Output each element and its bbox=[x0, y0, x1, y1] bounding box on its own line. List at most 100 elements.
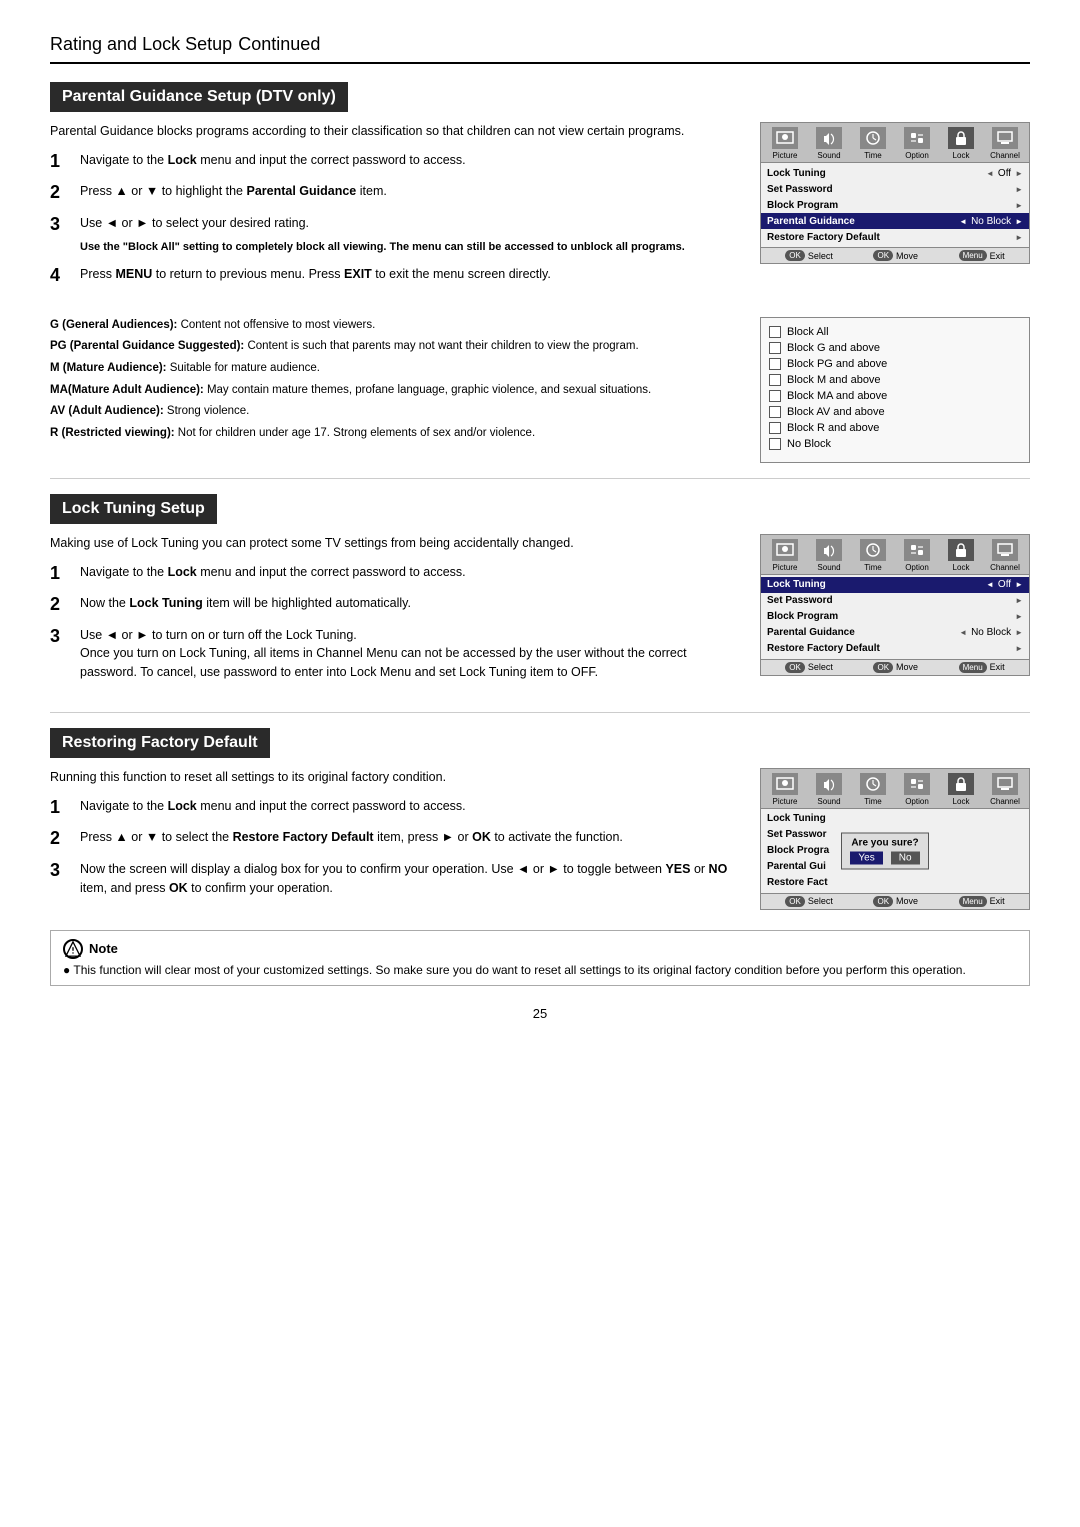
menu-icon-time: Time bbox=[853, 127, 893, 160]
factory-default-menu-box: Picture Sound Time bbox=[760, 768, 1030, 910]
fd-row-lock-tuning: Lock Tuning bbox=[761, 811, 1029, 827]
rating-block-pg: Block PG and above bbox=[769, 358, 1021, 370]
main-title-continued: Continued bbox=[238, 34, 320, 54]
lt-row-parental-guidance: Parental Guidance ◄ No Block ► bbox=[761, 625, 1029, 641]
factory-default-description: Running this function to reset all setti… bbox=[50, 768, 740, 787]
rating-r: R (Restricted viewing): Not for children… bbox=[50, 425, 750, 442]
rating-ma: MA(Mature Adult Audience): May contain m… bbox=[50, 382, 750, 399]
lock-tuning-menu-icon-bar: Picture Sound Time bbox=[761, 535, 1029, 575]
parental-left-col: Parental Guidance blocks programs accord… bbox=[50, 122, 740, 297]
rating-g: G (General Audiences): Content not offen… bbox=[50, 317, 750, 334]
rating-block-ma: Block MA and above bbox=[769, 390, 1021, 402]
page-number: 25 bbox=[50, 1006, 1030, 1021]
menu-icon-channel: Channel bbox=[985, 127, 1025, 160]
factory-default-header: Restoring Factory Default bbox=[50, 728, 270, 758]
note-icon bbox=[63, 939, 83, 959]
lt-icon-picture: Picture bbox=[765, 539, 805, 572]
parental-menu-box: Picture Sound Time bbox=[760, 122, 1030, 264]
parental-step-1: 1 Navigate to the Lock menu and input th… bbox=[50, 151, 740, 173]
fd-icon-lock: Lock bbox=[941, 773, 981, 806]
fd-step-3: 3 Now the screen will display a dialog b… bbox=[50, 860, 740, 898]
fd-icon-time: Time bbox=[853, 773, 893, 806]
note-box: Note ● This function will clear most of … bbox=[50, 930, 1030, 986]
lt-row-lock-tuning: Lock Tuning ◄ Off ► bbox=[761, 577, 1029, 593]
menu-icon-sound: Sound bbox=[809, 127, 849, 160]
dialog-yes-button[interactable]: Yes bbox=[850, 851, 882, 864]
lt-icon-sound: Sound bbox=[809, 539, 849, 572]
parental-steps: 1 Navigate to the Lock menu and input th… bbox=[50, 151, 740, 287]
lt-icon-option: Option bbox=[897, 539, 937, 572]
rating-pg: PG (Parental Guidance Suggested): Conten… bbox=[50, 338, 750, 355]
dialog-no-button[interactable]: No bbox=[891, 851, 920, 864]
menu-icon-lock: Lock bbox=[941, 127, 981, 160]
menu-icon-bar: Picture Sound Time bbox=[761, 123, 1029, 163]
parental-warning: Use the "Block All" setting to completel… bbox=[80, 239, 685, 256]
fd-step-2: 2 Press ▲ or ▼ to select the Restore Fac… bbox=[50, 828, 740, 850]
lt-icon-lock: Lock bbox=[941, 539, 981, 572]
ratings-descriptions: G (General Audiences): Content not offen… bbox=[50, 317, 750, 463]
lock-tuning-header: Lock Tuning Setup bbox=[50, 494, 217, 524]
parental-step-4: 4 Press MENU to return to previous menu.… bbox=[50, 265, 740, 287]
fd-icon-channel: Channel bbox=[985, 773, 1025, 806]
parental-guidance-section: Parental Guidance Setup (DTV only) Paren… bbox=[50, 82, 1030, 463]
parental-description: Parental Guidance blocks programs accord… bbox=[50, 122, 740, 141]
menu-icon-picture: Picture bbox=[765, 127, 805, 160]
factory-default-right: Picture Sound Time bbox=[760, 768, 1030, 910]
parental-step-3: 3 Use ◄ or ► to select your desired rati… bbox=[50, 214, 740, 255]
menu-row-block-program: Block Program ► bbox=[761, 197, 1029, 213]
rating-block-r: Block R and above bbox=[769, 422, 1021, 434]
are-you-sure-dialog: Are you sure? Yes No bbox=[841, 832, 928, 869]
lt-row-set-password: Set Password ► bbox=[761, 593, 1029, 609]
parental-desc-ratings: G (General Audiences): Content not offen… bbox=[50, 317, 1030, 463]
rating-av: AV (Adult Audience): Strong violence. bbox=[50, 403, 750, 420]
lock-tuning-step-1: 1 Navigate to the Lock menu and input th… bbox=[50, 563, 740, 585]
menu-row-lock-tuning: Lock Tuning ◄ Off ► bbox=[761, 165, 1029, 181]
fd-menu-footer: OK Select OK Move Menu Exit bbox=[761, 893, 1029, 909]
ratings-checkboxes: Block All Block G and above Block PG and… bbox=[760, 317, 1030, 463]
parental-step-2: 2 Press ▲ or ▼ to highlight the Parental… bbox=[50, 182, 740, 204]
parental-right-col: Picture Sound Time bbox=[760, 122, 1030, 297]
parental-guidance-header: Parental Guidance Setup (DTV only) bbox=[50, 82, 348, 112]
lock-tuning-left: Making use of Lock Tuning you can protec… bbox=[50, 534, 740, 692]
lock-tuning-step-3: 3 Use ◄ or ► to turn on or turn off the … bbox=[50, 626, 740, 682]
menu-footer: OK Select OK Move Menu Exit bbox=[761, 247, 1029, 263]
lt-row-restore-factory: Restore Factory Default ► bbox=[761, 641, 1029, 657]
fd-row-parental-guidance: Parental Gui Are you sure? Yes No bbox=[761, 859, 1029, 875]
menu-row-set-password: Set Password ► bbox=[761, 181, 1029, 197]
main-title: Rating and Lock Setup Continued bbox=[50, 30, 1030, 64]
fd-menu-icon-bar: Picture Sound Time bbox=[761, 769, 1029, 809]
lt-menu-rows: Lock Tuning ◄ Off ► Set Password ► Block… bbox=[761, 575, 1029, 659]
menu-row-restore-factory: Restore Factory Default ► bbox=[761, 229, 1029, 245]
lt-row-block-program: Block Program ► bbox=[761, 609, 1029, 625]
rating-block-av: Block AV and above bbox=[769, 406, 1021, 418]
fd-row-restore-factory: Restore Fact bbox=[761, 875, 1029, 891]
menu-rows: Lock Tuning ◄ Off ► Set Password ► Block… bbox=[761, 163, 1029, 247]
note-header: Note bbox=[63, 939, 1017, 959]
ratings-list-box: Block All Block G and above Block PG and… bbox=[760, 317, 1030, 463]
rating-m: M (Mature Audience): Suitable for mature… bbox=[50, 360, 750, 377]
lock-tuning-menu-box: Picture Sound Time bbox=[760, 534, 1030, 676]
lock-tuning-section: Lock Tuning Setup Making use of Lock Tun… bbox=[50, 494, 1030, 692]
factory-default-steps: 1 Navigate to the Lock menu and input th… bbox=[50, 797, 740, 898]
rating-no-block: No Block bbox=[769, 438, 1021, 450]
lt-menu-footer: OK Select OK Move Menu Exit bbox=[761, 659, 1029, 675]
note-text: ● This function will clear most of your … bbox=[63, 963, 1017, 977]
lock-tuning-steps: 1 Navigate to the Lock menu and input th… bbox=[50, 563, 740, 682]
menu-row-parental-guidance: Parental Guidance ◄ No Block ► bbox=[761, 213, 1029, 229]
main-title-text: Rating and Lock Setup bbox=[50, 34, 232, 54]
fd-menu-rows: Lock Tuning Set Passwor Block Progra Par… bbox=[761, 809, 1029, 893]
fd-icon-picture: Picture bbox=[765, 773, 805, 806]
rating-block-g: Block G and above bbox=[769, 342, 1021, 354]
fd-icon-option: Option bbox=[897, 773, 937, 806]
factory-default-left: Running this function to reset all setti… bbox=[50, 768, 740, 910]
fd-step-1: 1 Navigate to the Lock menu and input th… bbox=[50, 797, 740, 819]
rating-block-all: Block All bbox=[769, 326, 1021, 338]
factory-default-section: Restoring Factory Default Running this f… bbox=[50, 728, 1030, 986]
lock-tuning-right: Picture Sound Time bbox=[760, 534, 1030, 692]
fd-icon-sound: Sound bbox=[809, 773, 849, 806]
menu-icon-option: Option bbox=[897, 127, 937, 160]
lock-tuning-description: Making use of Lock Tuning you can protec… bbox=[50, 534, 740, 553]
lt-icon-time: Time bbox=[853, 539, 893, 572]
lt-icon-channel: Channel bbox=[985, 539, 1025, 572]
rating-block-m: Block M and above bbox=[769, 374, 1021, 386]
